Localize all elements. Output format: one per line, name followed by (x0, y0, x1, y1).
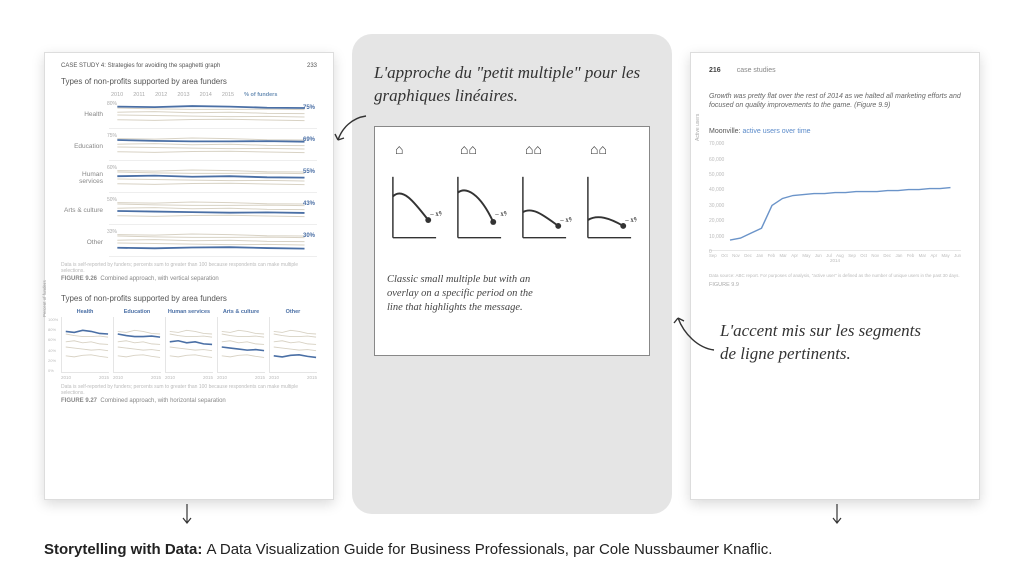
figure-label-99: FIGURE 9.9 (709, 282, 961, 288)
panel-label: Education (113, 309, 161, 315)
house-icon: ⌂⌂ (452, 141, 507, 167)
facet-label: Health (61, 111, 109, 118)
panel-chart (113, 317, 161, 373)
panel-chart: 100%80%60%40%20%0%Percent of funders (61, 317, 109, 373)
facet-label: Arts & culture (61, 207, 109, 214)
panel-label: Health (61, 309, 109, 315)
small-multiple-panel: Education 20102015 (113, 309, 161, 380)
sketch-small-multiple: ⌂⌂ – x% (517, 141, 572, 261)
page-body-text: Growth was pretty flat over the rest of … (709, 92, 961, 110)
sketch-small-multiple: ⌂⌂ – x% (452, 141, 507, 261)
ytick: 50,000 (709, 172, 724, 178)
house-icon: ⌂⌂ (517, 141, 572, 167)
moonville-chart-title: Moonville: active users over time (709, 128, 961, 135)
case-study-kicker: CASE STUDY 4: Strategies for avoiding th… (61, 63, 220, 69)
facet-label: Education (61, 143, 109, 150)
page-number-right: 216 (709, 67, 721, 74)
arrow-right-icon (668, 310, 718, 360)
small-multiple-panel: Other 20102015 (269, 309, 317, 380)
facet-sparkline: 80% 75% (109, 99, 317, 129)
section-kicker: case studies (737, 67, 776, 74)
facet-sparkline: 50% 43% (109, 195, 317, 225)
svg-text:– x%: – x% (494, 211, 507, 218)
panel-label: Human services (165, 309, 213, 315)
yaxis-label: Active users (695, 114, 701, 141)
book-page-left: CASE STUDY 4: Strategies for avoiding th… (44, 52, 334, 500)
facet-sparkline: 60% 55% (109, 163, 317, 193)
panel-chart (165, 317, 213, 373)
facet-row: Education 75% 69% (61, 130, 317, 162)
ytick: 10,000 (709, 234, 724, 240)
facet-label: Other (61, 239, 109, 246)
figure-footnote-2: Data is self-reported by funders; percen… (61, 384, 317, 396)
sketch-small-multiple: ⌂⌂ – x% (582, 141, 637, 261)
facet-sparkline: 33% 30% (109, 227, 317, 257)
data-source-note: Data source: ABC report. For purposes of… (709, 273, 961, 278)
annotation-card: L'approche du "petit multiple" pour les … (352, 34, 672, 514)
panel-chart (217, 317, 265, 373)
figure-footnote: Data is self-reported by funders; percen… (61, 262, 317, 274)
house-icon: ⌂⌂ (582, 141, 637, 167)
arrow-left-icon (330, 110, 370, 150)
svg-text:– x%: – x% (559, 217, 572, 224)
annotation-top-text: L'approche du "petit multiple" pour les … (352, 34, 672, 120)
facet-row: Other 33% 30% (61, 226, 317, 258)
facet-row: Human services 60% 55% (61, 162, 317, 194)
svg-text:– x%: – x% (624, 217, 637, 224)
facet-sparkline: 75% 69% (109, 131, 317, 161)
panel-label: Other (269, 309, 317, 315)
ytick: 40,000 (709, 187, 724, 193)
panel-label: Arts & culture (217, 309, 265, 315)
facet-row: Health 80% 75% (61, 98, 317, 130)
panel-chart (269, 317, 317, 373)
figure-label-927: FIGURE 9.27 Combined approach, with hori… (61, 398, 317, 404)
horizontal-small-multiples: Health 100%80%60%40%20%0%Percent of fund… (61, 309, 317, 380)
svg-text:– x%: – x% (429, 211, 442, 218)
sketch-small-multiple: ⌂ – x% (387, 141, 442, 261)
ytick: 70,000 (709, 141, 724, 147)
annotation-right-text: L'accent mis sur les segments de ligne p… (720, 320, 930, 366)
chart-title-vertical: Types of non-profits supported by area f… (61, 77, 317, 86)
facet-row: Arts & culture 50% 43% (61, 194, 317, 226)
facet-label: Human services (61, 171, 109, 185)
small-multiple-panel: Arts & culture 20102015 (217, 309, 265, 380)
ytick: 30,000 (709, 203, 724, 209)
book-page-right: 216 case studies Growth was pretty flat … (690, 52, 980, 500)
house-icon: ⌂ (387, 141, 442, 167)
page-number: 233 (307, 63, 317, 69)
arrow-down-right-icon (830, 504, 844, 526)
ytick: 20,000 (709, 218, 724, 224)
sketch-caption: Classic small multiple but with an overl… (387, 273, 537, 316)
ytick: 0 (709, 249, 712, 255)
figure-label-926: FIGURE 9.26 Combined approach, with vert… (61, 276, 317, 282)
chart-title-horizontal: Types of non-profits supported by area f… (61, 294, 317, 303)
small-multiple-panel: Health 100%80%60%40%20%0%Percent of fund… (61, 309, 109, 380)
source-caption: Storytelling with Data: A Data Visualiza… (44, 541, 772, 558)
small-multiple-panel: Human services 20102015 (165, 309, 213, 380)
arrow-down-left-icon (180, 504, 194, 526)
sketch-box: ⌂ – x% ⌂⌂ – x% ⌂⌂ (374, 126, 650, 356)
moonville-chart: Active users 70,00060,00050,00040,00030,… (709, 141, 961, 251)
ytick: 60,000 (709, 157, 724, 163)
xaxis-year: 2014 (709, 258, 961, 263)
